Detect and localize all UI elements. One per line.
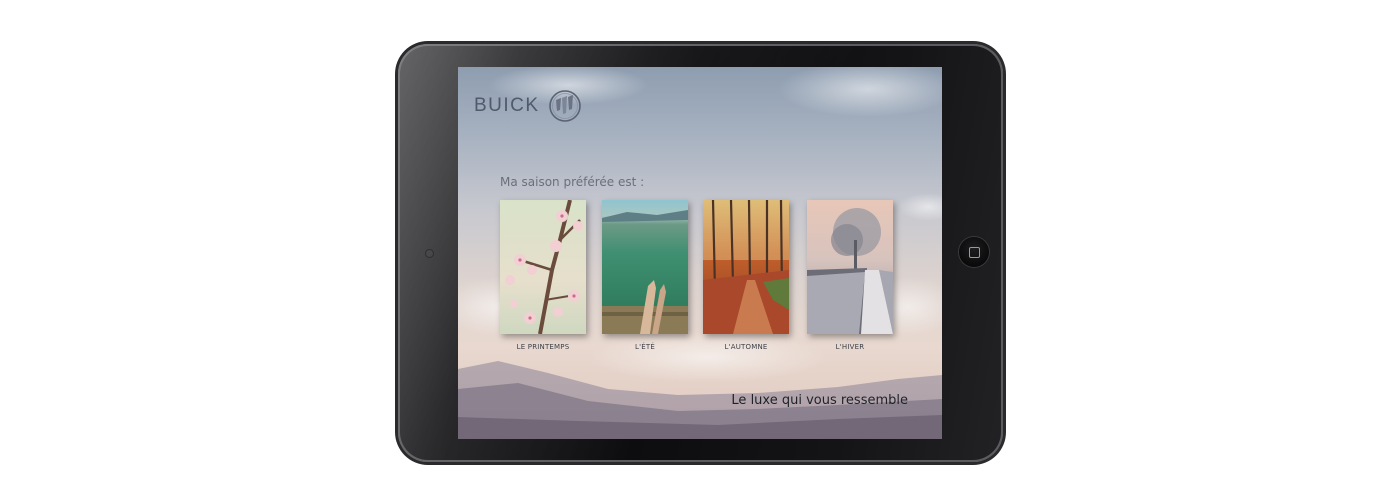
buick-logo[interactable]: BUICK [474, 89, 582, 123]
tablet-screen: BUICK Ma saison préférée est : LE PRINTE… [458, 67, 942, 439]
summer-lake-photo [602, 200, 688, 334]
spring-blossom-photo [500, 200, 586, 334]
season-label-spring: LE PRINTEMPS [516, 343, 570, 351]
season-prompt: Ma saison préférée est : [500, 175, 645, 189]
home-button[interactable] [959, 237, 989, 267]
season-card-autumn[interactable] [703, 200, 789, 334]
season-label-winter: L'HIVER [835, 343, 865, 351]
camera-lens [426, 250, 433, 257]
home-button-icon [968, 246, 980, 258]
season-card-winter[interactable] [807, 200, 893, 334]
buick-shield-icon [548, 90, 581, 122]
season-label-summer: L'ÉTÉ [635, 343, 655, 351]
season-card-summer[interactable] [602, 200, 688, 334]
winter-path-photo [807, 200, 893, 334]
brand-name: BUICK [474, 95, 540, 116]
season-label-autumn: L'AUTOMNE [724, 343, 768, 351]
season-card-spring[interactable] [500, 200, 586, 334]
tagline: Le luxe qui vous ressemble [731, 393, 908, 408]
autumn-forest-photo [703, 200, 789, 334]
